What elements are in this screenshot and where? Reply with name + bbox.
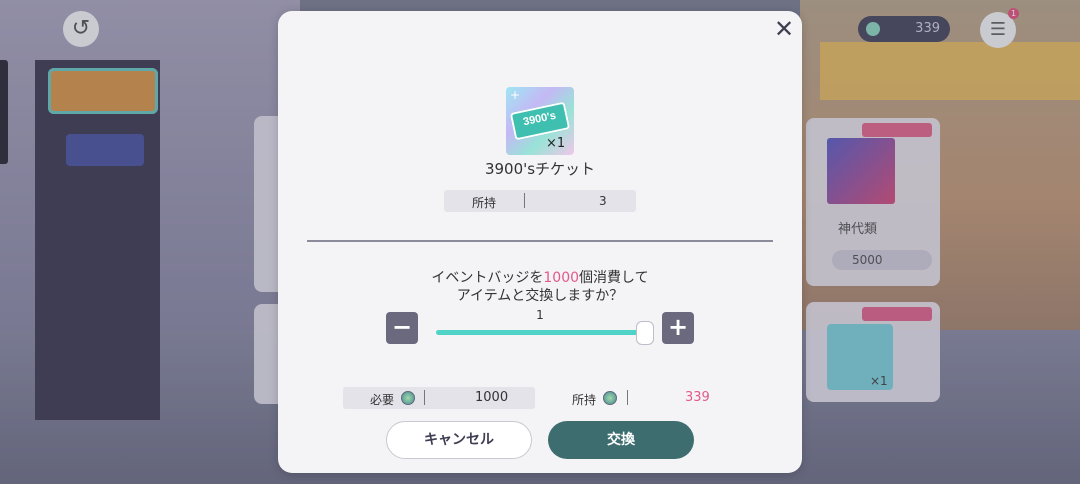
message-line2: アイテムと交換しますか？ [456, 288, 624, 304]
message-cost: 1000 [543, 270, 580, 286]
decrease-button[interactable]: − [386, 312, 418, 344]
event-badge-icon [603, 391, 617, 405]
owned-label: 所持 [472, 196, 497, 210]
minus-icon: − [391, 313, 413, 341]
close-button[interactable]: ✕ [771, 16, 797, 42]
separator [524, 193, 525, 208]
have-label: 所持 [572, 393, 597, 407]
separator [424, 390, 425, 405]
exchange-dialog: ✕ + 3900's ×1 3900'sチケット 所持 3 イベントバッジを10… [278, 11, 802, 473]
exchange-count: 1 [536, 308, 544, 322]
message-prefix: イベントバッジを [431, 270, 544, 286]
confirm-message: イベントバッジを1000個消費して アイテムと交換しますか？ [278, 269, 802, 305]
separator [627, 390, 628, 405]
sparkle-icon: + [510, 88, 521, 102]
required-value: 1000 [475, 390, 509, 405]
close-icon: ✕ [773, 15, 795, 43]
item-quantity: ×1 [546, 136, 566, 151]
ticket-text: 3900's [522, 109, 558, 129]
required-label: 必要 [370, 393, 395, 407]
have-value: 339 [685, 390, 710, 405]
slider-thumb[interactable] [636, 321, 654, 345]
cancel-button[interactable]: キャンセル [386, 421, 532, 459]
owned-value: 3 [599, 194, 607, 208]
required-box: 必要 1000 [343, 387, 535, 409]
message-suffix: 個消費して [579, 270, 649, 286]
owned-count-box: 所持 3 [444, 190, 636, 212]
plus-icon: + [667, 313, 689, 341]
increase-button[interactable]: + [662, 312, 694, 344]
exchange-button[interactable]: 交換 [548, 421, 694, 459]
event-badge-icon [401, 391, 415, 405]
divider [307, 240, 773, 242]
item-name: 3900'sチケット [484, 160, 596, 178]
amount-slider[interactable] [436, 330, 646, 335]
ticket-icon: 3900's [509, 101, 571, 141]
